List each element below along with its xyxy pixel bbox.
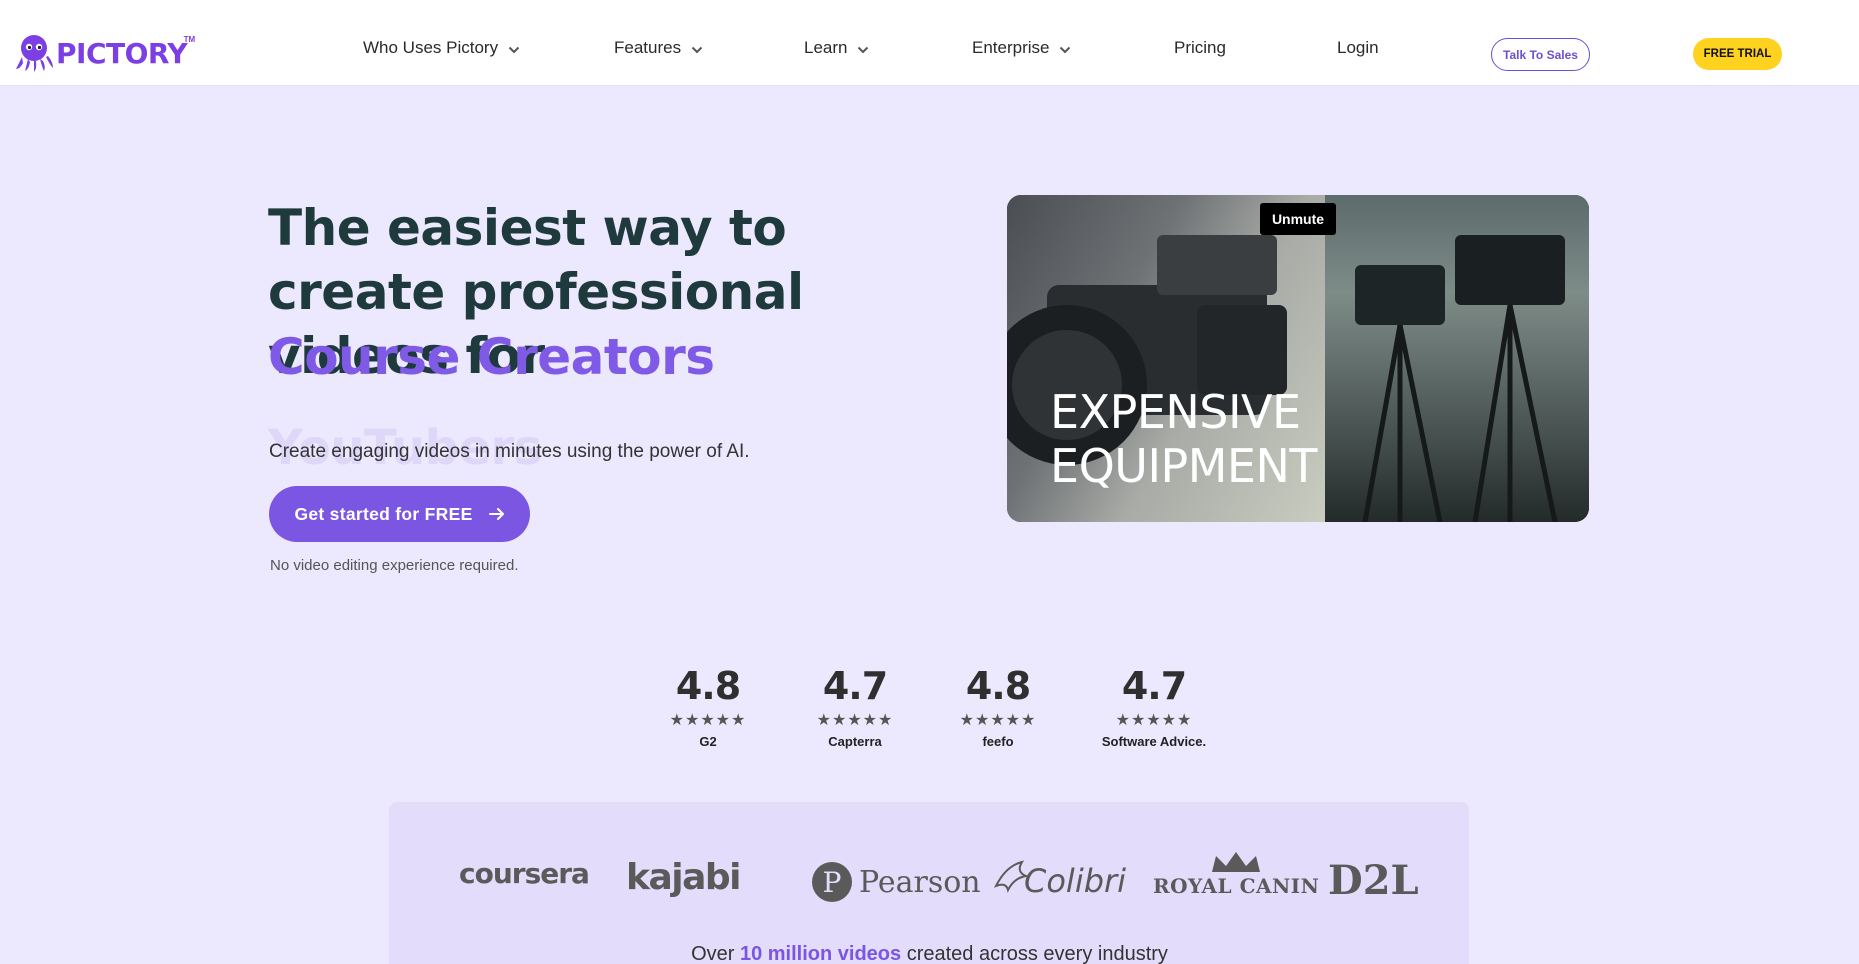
arrow-right-icon: [488, 508, 504, 520]
hero-rotating-word: Course Creators: [268, 328, 715, 386]
tripod-silhouette: [1355, 235, 1565, 522]
nav-pricing[interactable]: Pricing: [1174, 38, 1226, 58]
nav-label: Pricing: [1174, 38, 1226, 57]
unmute-button[interactable]: Unmute: [1260, 203, 1336, 235]
rating-value: 4.8: [965, 664, 1031, 708]
star-rating-icon: ★★★★★: [959, 712, 1037, 729]
free-trial-button[interactable]: FREE TRIAL: [1693, 38, 1782, 70]
pictory-logo[interactable]: PICTORY TM: [14, 33, 195, 73]
site-header: PICTORY TM Who Uses Pictory Features Lea…: [0, 0, 1859, 86]
crown-icon: [1212, 852, 1261, 872]
cta-note: No video editing experience required.: [270, 557, 519, 574]
colibri-wordmark: Colibri: [1024, 862, 1127, 900]
video-caption-line: EXPENSIVE: [1050, 385, 1301, 439]
nav-label: Learn: [804, 38, 848, 57]
stats-suffix: created across every industry: [906, 943, 1168, 964]
talk-to-sales-button[interactable]: Talk To Sales: [1491, 38, 1590, 71]
pearson-p-icon: P: [812, 862, 852, 902]
colibri-logo: Colibri: [992, 852, 1126, 900]
nav-label: Who Uses Pictory: [363, 38, 499, 57]
nav-label: Features: [614, 38, 682, 57]
chevron-down-icon: [1060, 46, 1071, 53]
stats-prefix: Over: [691, 943, 735, 964]
feefo-logo: feefo: [982, 734, 1014, 749]
royal-canin-wordmark: ROYAL CANIN: [1153, 874, 1320, 898]
rating-g2: 4.8 ★★★★★ G2: [668, 664, 748, 749]
d2l-logo: D2L: [1328, 857, 1419, 904]
pearson-wordmark: Pearson: [859, 864, 981, 900]
star-rating-icon: ★★★★★: [1115, 712, 1193, 729]
video-frame-right: [1325, 195, 1589, 522]
logo-trademark: TM: [183, 34, 196, 44]
pearson-logo: P Pearson: [811, 861, 981, 903]
nav-label: Login: [1337, 38, 1379, 57]
video-caption: EXPENSIVE EQUIPMENT: [1050, 385, 1318, 493]
capterra-logo: Capterra: [828, 734, 882, 749]
rating-feefo: 4.8 ★★★★★ feefo: [958, 664, 1038, 749]
hero-subtitle: Create engaging videos in minutes using …: [269, 441, 750, 462]
get-started-label: Get started for FREE: [294, 503, 473, 524]
chevron-down-icon: [691, 46, 703, 53]
nav-features[interactable]: Features: [614, 38, 703, 58]
g2-logo: G2: [699, 734, 717, 749]
star-rating-icon: ★★★★★: [669, 712, 747, 729]
rating-software-advice: 4.7 ★★★★★ Software Advice.: [1090, 664, 1218, 749]
royal-canin-logo: ROYAL CANIN: [1153, 850, 1319, 898]
rating-capterra: 4.7 ★★★★★ Capterra: [810, 664, 900, 749]
chevron-down-icon: [508, 46, 520, 53]
nav-enterprise[interactable]: Enterprise: [972, 38, 1071, 58]
rating-value: 4.7: [822, 664, 888, 708]
stats-line: Over 10 million videos created across ev…: [0, 943, 1859, 964]
hero-video[interactable]: Unmute EXPENSIVE EQUIPMENT: [1007, 195, 1589, 522]
stats-highlight: 10 million videos: [739, 943, 902, 964]
video-caption-line: EQUIPMENT: [1050, 439, 1318, 493]
svg-text:P: P: [823, 866, 842, 899]
octopus-logo-icon: [16, 35, 53, 72]
rating-value: 4.8: [675, 664, 741, 708]
get-started-button[interactable]: Get started for FREE: [269, 486, 530, 542]
nav-learn[interactable]: Learn: [804, 38, 869, 58]
nav-login[interactable]: Login: [1337, 38, 1379, 58]
star-rating-icon: ★★★★★: [816, 712, 894, 729]
coursera-logo: coursera: [459, 857, 590, 890]
nav-label: Enterprise: [972, 38, 1050, 57]
chevron-down-icon: [858, 46, 869, 53]
nav-who-uses-pictory[interactable]: Who Uses Pictory: [363, 38, 520, 58]
software-advice-logo: Software Advice.: [1101, 734, 1207, 749]
kajabi-logo: kajabi: [626, 857, 741, 898]
logo-text: PICTORY: [56, 36, 188, 70]
rating-value: 4.7: [1121, 664, 1187, 708]
